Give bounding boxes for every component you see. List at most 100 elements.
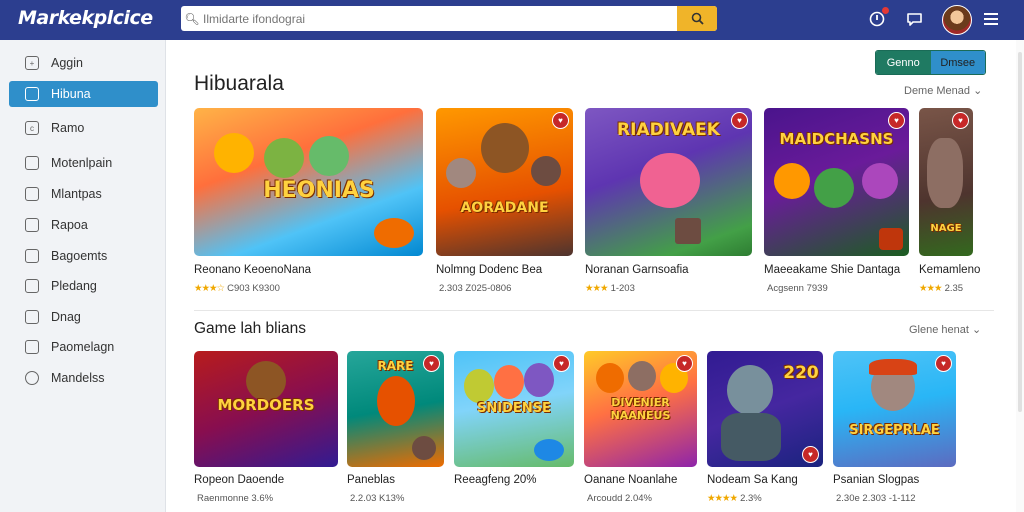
section-divider <box>194 310 994 311</box>
chevron-down-icon: ⌄ <box>972 324 982 336</box>
sidebar-item-4[interactable]: Mlantpas <box>9 181 158 207</box>
sidebar-item-5[interactable]: Rapoa <box>9 212 158 238</box>
game-thumbnail[interactable]: MORDOERS <box>194 351 338 467</box>
search-button[interactable] <box>677 6 717 31</box>
top-bar: Markekplcice 🔍︎ <box>0 0 1024 40</box>
list-icon <box>25 187 39 201</box>
game-meta: ★★★☆ C903 K9300 <box>194 283 280 294</box>
favorite-badge-icon[interactable]: ♥ <box>552 112 569 129</box>
favorite-badge-icon[interactable]: ♥ <box>888 112 905 129</box>
game-meta: ★★★ 2.35 <box>919 283 963 294</box>
magnifier-icon <box>691 12 704 25</box>
toggle-right-button[interactable]: Dmsee <box>930 51 985 74</box>
sidebar: + Aggin Hibuna c Ramo Motenlpain Mlantpas … <box>0 40 166 512</box>
game-title: Nodeam Sa Kang <box>707 474 798 486</box>
game-meta: Acgsenn 7939 <box>764 283 828 294</box>
sidebar-item-7[interactable]: Pledang <box>9 273 158 299</box>
section2-more-link[interactable]: Glene henat ⌄ <box>909 323 981 336</box>
sidebar-item-label: Aggin <box>51 56 83 70</box>
notifications-button[interactable] <box>866 7 889 30</box>
favorite-badge-icon[interactable]: ♥ <box>676 355 693 372</box>
circle-icon <box>25 371 39 385</box>
favorite-badge-icon[interactable]: ♥ <box>952 112 969 129</box>
game-meta-text: 2.303 Z025-0806 <box>439 283 512 294</box>
sidebar-item-label: Motenlpain <box>51 156 113 170</box>
game-meta-text: Raenmonne 3.6% <box>197 493 274 504</box>
game-title: Reonano KeoenoNana <box>194 264 312 276</box>
notification-dot <box>882 7 889 14</box>
game-meta: 2.2.03 K13% <box>347 493 404 504</box>
game-title: Nolmng Dodenc Bea <box>436 264 543 276</box>
game-meta-text: 2.30e 2.303 -1-112 <box>836 493 916 504</box>
game-title: Ropeon Daoende <box>194 474 285 486</box>
game-meta: Arcoudd 2.04% <box>584 493 652 504</box>
logo[interactable]: Markekplcice <box>18 7 153 29</box>
chevron-down-icon: ⌄ <box>973 85 983 97</box>
game-art-title: HEONIAS <box>263 178 375 203</box>
menu-button[interactable] <box>980 8 1002 30</box>
rating-stars: ★★★ <box>919 283 943 294</box>
doc-icon <box>25 340 39 354</box>
game-meta <box>454 493 457 504</box>
game-meta-text: 1-203 <box>610 283 635 294</box>
game-art-title: RIADIVAEK <box>617 120 720 140</box>
game-meta-text: 2.35 <box>944 283 964 294</box>
search-input[interactable] <box>203 11 677 26</box>
scrollbar[interactable] <box>1016 40 1024 512</box>
game-thumbnail[interactable]: RARE ♥ <box>347 351 444 467</box>
section-title: Game lah blians <box>194 320 307 337</box>
rating-stars: ★★★ <box>585 283 609 294</box>
favorite-badge-icon[interactable]: ♥ <box>731 112 748 129</box>
game-title: Reeagfeng 20% <box>454 474 537 486</box>
avatar[interactable] <box>942 5 972 35</box>
plus-icon: + <box>25 56 39 70</box>
game-meta-text: 2.2.03 K13% <box>350 493 405 504</box>
game-thumbnail[interactable]: NAGE ♥ <box>919 108 973 256</box>
pencil-icon <box>25 310 39 324</box>
favorite-badge-icon[interactable]: ♥ <box>423 355 440 372</box>
sidebar-item-9[interactable]: Paomelagn <box>9 334 158 360</box>
sidebar-item-6[interactable]: Bagoemts <box>9 243 158 269</box>
sidebar-item-label: Ramo <box>51 121 85 135</box>
game-meta: Raenmonne 3.6% <box>194 493 273 504</box>
game-thumbnail[interactable]: SIRGEPRLAE ♥ <box>833 351 956 467</box>
scrollbar-thumb[interactable] <box>1018 52 1022 412</box>
sidebar-item-8[interactable]: Dnag <box>9 304 158 330</box>
toggle-left-button[interactable]: Genno <box>876 51 931 74</box>
game-thumbnail[interactable]: RIADIVAEK ♥ <box>585 108 752 256</box>
game-thumbnail[interactable]: AORADANE ♥ <box>436 108 573 256</box>
game-thumbnail[interactable]: MAIDCHASNS ♥ <box>764 108 909 256</box>
sidebar-item-2[interactable]: c Ramo <box>9 115 158 141</box>
search-icon: 🔍︎ <box>184 11 200 26</box>
tag-icon <box>25 279 39 293</box>
sidebar-item-3[interactable]: Motenlpain <box>9 150 158 176</box>
game-thumbnail[interactable]: SNIDENSE ♥ <box>454 351 574 467</box>
bag-icon <box>25 249 39 263</box>
sidebar-item-0[interactable]: + Aggin <box>9 50 158 76</box>
favorite-badge-icon[interactable]: ♥ <box>553 355 570 372</box>
game-meta-text: Acgsenn 7939 <box>767 283 828 294</box>
sidebar-item-label: Mlantpas <box>51 187 102 201</box>
sidebar-item-10[interactable]: Mandelss <box>9 365 158 391</box>
sidebar-item-label: Hibuna <box>51 87 91 101</box>
sidebar-item-1[interactable]: Hibuna <box>9 81 158 107</box>
game-thumbnail[interactable]: DIVENIER NAANEUS ♥ <box>584 351 697 467</box>
favorite-badge-icon[interactable]: ♥ <box>802 446 819 463</box>
game-art-title: NAGE <box>930 223 962 234</box>
view-toggle: Genno Dmsee <box>875 50 986 75</box>
chat-icon <box>906 12 922 26</box>
hamburger-icon <box>984 13 998 25</box>
messages-button[interactable] <box>903 8 925 30</box>
game-thumbnail[interactable]: HEONIAS <box>194 108 423 256</box>
rating-stars: ★★★☆ <box>194 283 225 294</box>
section1-more-link[interactable]: Deme Menad ⌄ <box>904 84 982 97</box>
game-title: Noranan Garnsoafia <box>585 264 689 276</box>
game-art-title: SIRGEPRLAE <box>849 423 940 438</box>
sidebar-item-label: Pledang <box>51 279 97 293</box>
game-meta-text: C903 K9300 <box>227 283 280 294</box>
game-meta: ★★★★ 2.3% <box>707 493 762 504</box>
game-thumbnail[interactable]: 220 ♥ <box>707 351 823 467</box>
sidebar-item-label: Bagoemts <box>51 249 108 263</box>
sidebar-item-label: Rapoa <box>51 218 88 232</box>
favorite-badge-icon[interactable]: ♥ <box>935 355 952 372</box>
